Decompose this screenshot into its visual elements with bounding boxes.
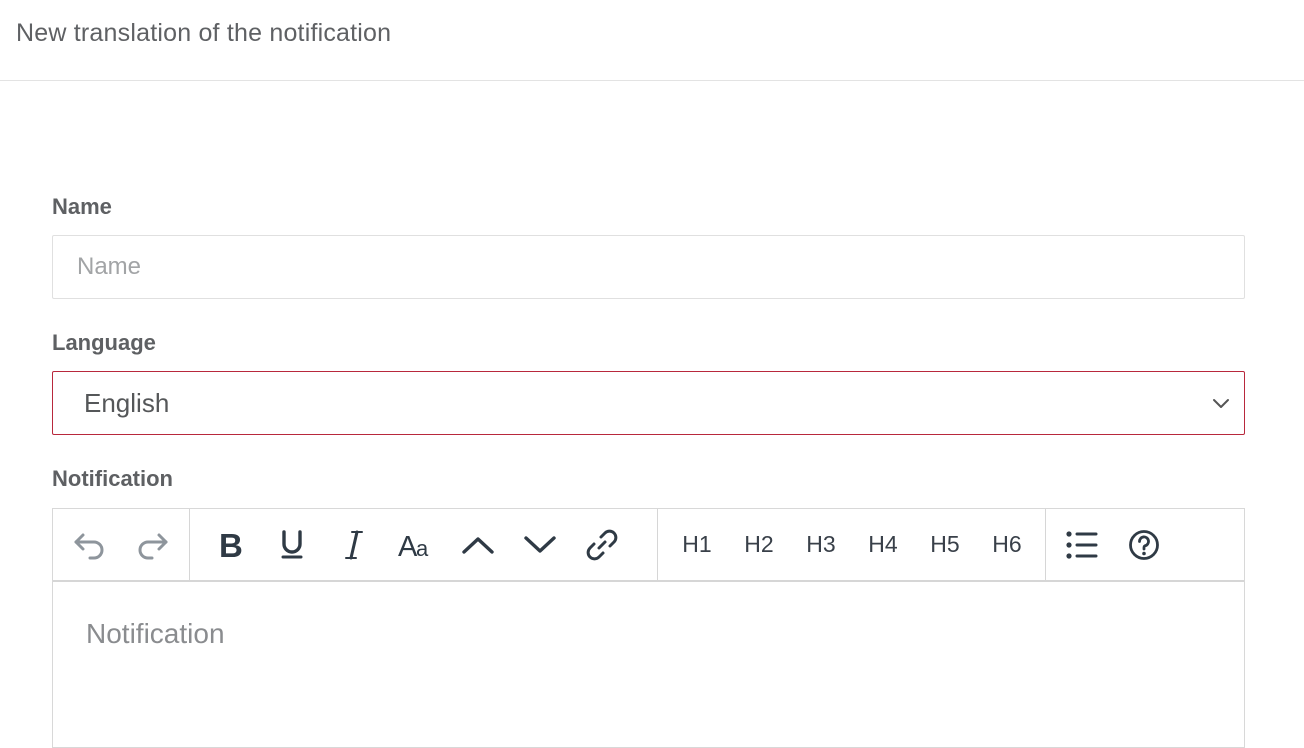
editor-toolbar: B Aa H1 H2 H3 H4 H5 H6 [53, 509, 1244, 582]
superscript-button[interactable] [447, 509, 509, 580]
help-icon [1128, 529, 1160, 561]
rich-text-editor: B Aa H1 H2 H3 H4 H5 H6 Notification [52, 508, 1245, 748]
bold-icon: B [217, 530, 243, 560]
heading-6-button[interactable]: H6 [976, 509, 1038, 580]
svg-text:B: B [219, 530, 243, 560]
font-size-button[interactable]: Aa [385, 509, 447, 580]
history-group [53, 509, 190, 580]
bold-button[interactable]: B [199, 509, 261, 580]
name-input[interactable] [52, 235, 1245, 299]
chevron-up-icon [461, 534, 495, 556]
other-group [1046, 509, 1175, 580]
bullet-list-icon [1065, 529, 1099, 561]
heading-4-button[interactable]: H4 [852, 509, 914, 580]
bullet-list-button[interactable] [1051, 509, 1113, 580]
editor-placeholder: Notification [86, 618, 225, 649]
link-button[interactable] [571, 509, 633, 580]
language-selected-value: English [84, 387, 170, 418]
underline-icon [280, 529, 304, 561]
language-label: Language [52, 330, 156, 355]
editor-content[interactable]: Notification [53, 582, 1244, 686]
heading-5-button[interactable]: H5 [914, 509, 976, 580]
subscript-button[interactable] [509, 509, 571, 580]
formatting-group: B Aa [190, 509, 658, 580]
italic-icon [343, 529, 365, 561]
notification-label: Notification [52, 466, 173, 491]
font-size-icon: Aa [398, 529, 434, 561]
svg-text:a: a [416, 536, 429, 561]
heading-2-button[interactable]: H2 [728, 509, 790, 580]
underline-button[interactable] [261, 509, 323, 580]
help-button[interactable] [1113, 509, 1175, 580]
page-title: New translation of the notification [16, 19, 392, 47]
redo-button[interactable] [121, 509, 183, 580]
undo-button[interactable] [59, 509, 121, 580]
undo-icon [73, 529, 107, 561]
heading-1-button[interactable]: H1 [666, 509, 728, 580]
page-header: New translation of the notification [0, 0, 1304, 81]
italic-button[interactable] [323, 509, 385, 580]
chevron-down-icon [523, 534, 557, 556]
language-select[interactable]: English [52, 371, 1245, 435]
heading-3-button[interactable]: H3 [790, 509, 852, 580]
link-icon [584, 527, 620, 563]
headings-group: H1 H2 H3 H4 H5 H6 [658, 509, 1046, 580]
redo-icon [135, 529, 169, 561]
chevron-down-icon [1212, 396, 1230, 410]
name-label: Name [52, 194, 112, 219]
svg-text:A: A [398, 531, 418, 561]
